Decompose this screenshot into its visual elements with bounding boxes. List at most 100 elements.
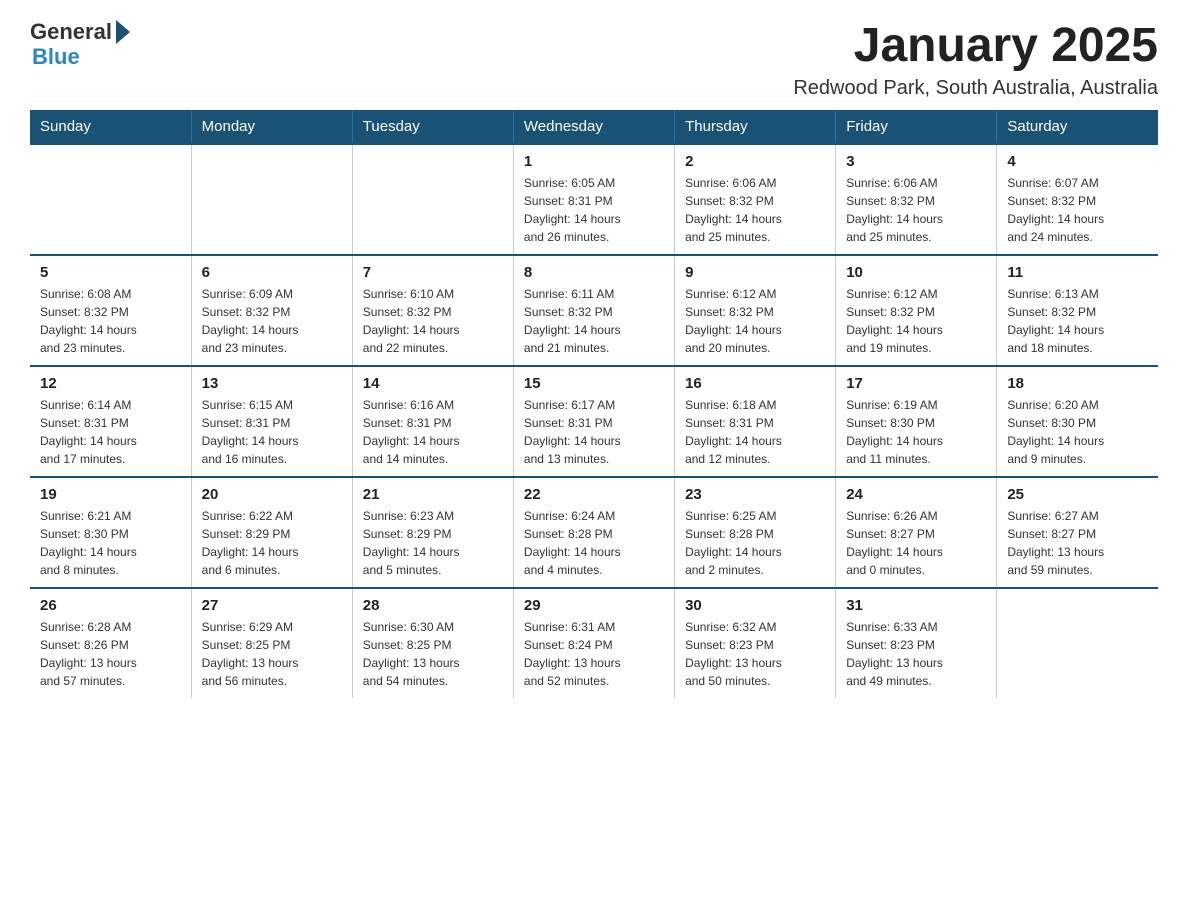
- calendar-week-row: 1 Sunrise: 6:05 AM Sunset: 8:31 PM Daylig…: [30, 144, 1158, 255]
- day-info: Sunrise: 6:31 AM Sunset: 8:24 PM Dayligh…: [524, 618, 664, 690]
- day-number: 28: [363, 597, 503, 614]
- day-info: Sunrise: 6:32 AM Sunset: 8:23 PM Dayligh…: [685, 618, 825, 690]
- day-info: Sunrise: 6:10 AM Sunset: 8:32 PM Dayligh…: [363, 285, 503, 357]
- day-info: Sunrise: 6:30 AM Sunset: 8:25 PM Dayligh…: [363, 618, 503, 690]
- day-number: 22: [524, 486, 664, 503]
- header-sunday: Sunday: [30, 110, 191, 144]
- day-info: Sunrise: 6:07 AM Sunset: 8:32 PM Dayligh…: [1007, 174, 1148, 246]
- calendar-cell: 13 Sunrise: 6:15 AM Sunset: 8:31 PM Dayli…: [191, 366, 352, 477]
- day-number: 19: [40, 486, 181, 503]
- day-number: 6: [202, 264, 342, 281]
- day-info: Sunrise: 6:27 AM Sunset: 8:27 PM Dayligh…: [1007, 507, 1148, 579]
- logo-arrow-icon: [116, 20, 130, 44]
- day-info: Sunrise: 6:33 AM Sunset: 8:23 PM Dayligh…: [846, 618, 986, 690]
- calendar-cell: 8Sunrise: 6:11 AM Sunset: 8:32 PM Daylig…: [513, 255, 674, 366]
- calendar-cell: [191, 144, 352, 255]
- calendar-cell: 20Sunrise: 6:22 AM Sunset: 8:29 PM Dayli…: [191, 477, 352, 588]
- day-info: Sunrise: 6:06 AM Sunset: 8:32 PM Dayligh…: [846, 174, 986, 246]
- logo: General Blue: [30, 20, 132, 70]
- day-info: Sunrise: 6:09 AM Sunset: 8:32 PM Dayligh…: [202, 285, 342, 357]
- day-info: Sunrise: 6:25 AM Sunset: 8:28 PM Dayligh…: [685, 507, 825, 579]
- calendar-cell: 5 Sunrise: 6:08 AM Sunset: 8:32 PM Daylig…: [30, 255, 191, 366]
- calendar-cell: [352, 144, 513, 255]
- day-info: Sunrise: 6:22 AM Sunset: 8:29 PM Dayligh…: [202, 507, 342, 579]
- day-number: 30: [685, 597, 825, 614]
- header-friday: Friday: [836, 110, 997, 144]
- day-number: 2: [685, 153, 825, 170]
- calendar-cell: 26 Sunrise: 6:28 AM Sunset: 8:26 PM Dayli…: [30, 588, 191, 698]
- day-number: 10: [846, 264, 986, 281]
- day-number: 13: [202, 375, 342, 392]
- calendar-cell: 31 Sunrise: 6:33 AM Sunset: 8:23 PM Dayli…: [836, 588, 997, 698]
- calendar-cell: 19Sunrise: 6:21 AM Sunset: 8:30 PM Dayli…: [30, 477, 191, 588]
- day-info: Sunrise: 6:12 AM Sunset: 8:32 PM Dayligh…: [846, 285, 986, 357]
- day-info: Sunrise: 6:26 AM Sunset: 8:27 PM Dayligh…: [846, 507, 986, 579]
- title-section: January 2025 Redwood Park, South Austral…: [793, 20, 1158, 100]
- header-wednesday: Wednesday: [513, 110, 674, 144]
- day-info: Sunrise: 6:05 AM Sunset: 8:31 PM Dayligh…: [524, 174, 664, 246]
- calendar-cell: 12 Sunrise: 6:14 AM Sunset: 8:31 PM Dayli…: [30, 366, 191, 477]
- day-number: 26: [40, 597, 181, 614]
- calendar-week-row: 26 Sunrise: 6:28 AM Sunset: 8:26 PM Dayli…: [30, 588, 1158, 698]
- day-info: Sunrise: 6:18 AM Sunset: 8:31 PM Dayligh…: [685, 396, 825, 468]
- day-info: Sunrise: 6:29 AM Sunset: 8:25 PM Dayligh…: [202, 618, 342, 690]
- day-number: 16: [685, 375, 825, 392]
- calendar-cell: 30 Sunrise: 6:32 AM Sunset: 8:23 PM Dayli…: [675, 588, 836, 698]
- calendar-cell: 10 Sunrise: 6:12 AM Sunset: 8:32 PM Dayli…: [836, 255, 997, 366]
- day-info: Sunrise: 6:24 AM Sunset: 8:28 PM Dayligh…: [524, 507, 664, 579]
- day-number: 7: [363, 264, 503, 281]
- day-info: Sunrise: 6:20 AM Sunset: 8:30 PM Dayligh…: [1007, 396, 1148, 468]
- page-header: General Blue January 2025 Redwood Park, …: [30, 20, 1158, 100]
- calendar-cell: 25Sunrise: 6:27 AM Sunset: 8:27 PM Dayli…: [997, 477, 1158, 588]
- calendar-cell: 17 Sunrise: 6:19 AM Sunset: 8:30 PM Dayli…: [836, 366, 997, 477]
- day-info: Sunrise: 6:23 AM Sunset: 8:29 PM Dayligh…: [363, 507, 503, 579]
- calendar-cell: 2 Sunrise: 6:06 AM Sunset: 8:32 PM Daylig…: [675, 144, 836, 255]
- day-info: Sunrise: 6:19 AM Sunset: 8:30 PM Dayligh…: [846, 396, 986, 468]
- calendar-cell: 22 Sunrise: 6:24 AM Sunset: 8:28 PM Dayli…: [513, 477, 674, 588]
- calendar-cell: 3 Sunrise: 6:06 AM Sunset: 8:32 PM Daylig…: [836, 144, 997, 255]
- header-monday: Monday: [191, 110, 352, 144]
- day-info: Sunrise: 6:08 AM Sunset: 8:32 PM Dayligh…: [40, 285, 181, 357]
- day-info: Sunrise: 6:13 AM Sunset: 8:32 PM Dayligh…: [1007, 285, 1148, 357]
- day-number: 31: [846, 597, 986, 614]
- day-info: Sunrise: 6:12 AM Sunset: 8:32 PM Dayligh…: [685, 285, 825, 357]
- calendar-cell: 18Sunrise: 6:20 AM Sunset: 8:30 PM Dayli…: [997, 366, 1158, 477]
- calendar-week-row: 19Sunrise: 6:21 AM Sunset: 8:30 PM Dayli…: [30, 477, 1158, 588]
- day-number: 27: [202, 597, 342, 614]
- calendar-cell: 27 Sunrise: 6:29 AM Sunset: 8:25 PM Dayli…: [191, 588, 352, 698]
- day-info: Sunrise: 6:06 AM Sunset: 8:32 PM Dayligh…: [685, 174, 825, 246]
- day-number: 15: [524, 375, 664, 392]
- logo-blue-text: Blue: [32, 44, 80, 70]
- day-number: 8: [524, 264, 664, 281]
- calendar-cell: 24 Sunrise: 6:26 AM Sunset: 8:27 PM Dayli…: [836, 477, 997, 588]
- day-number: 21: [363, 486, 503, 503]
- day-number: 29: [524, 597, 664, 614]
- calendar-table: SundayMondayTuesdayWednesdayThursdayFrid…: [30, 110, 1158, 698]
- calendar-cell: [30, 144, 191, 255]
- day-info: Sunrise: 6:17 AM Sunset: 8:31 PM Dayligh…: [524, 396, 664, 468]
- calendar-week-row: 5 Sunrise: 6:08 AM Sunset: 8:32 PM Daylig…: [30, 255, 1158, 366]
- day-number: 24: [846, 486, 986, 503]
- logo-top: General: [30, 20, 132, 44]
- day-number: 11: [1007, 264, 1148, 281]
- day-number: 17: [846, 375, 986, 392]
- header-tuesday: Tuesday: [352, 110, 513, 144]
- calendar-week-row: 12 Sunrise: 6:14 AM Sunset: 8:31 PM Dayli…: [30, 366, 1158, 477]
- day-number: 9: [685, 264, 825, 281]
- day-info: Sunrise: 6:14 AM Sunset: 8:31 PM Dayligh…: [40, 396, 181, 468]
- day-number: 12: [40, 375, 181, 392]
- calendar-cell: 28 Sunrise: 6:30 AM Sunset: 8:25 PM Dayli…: [352, 588, 513, 698]
- calendar-cell: 23Sunrise: 6:25 AM Sunset: 8:28 PM Dayli…: [675, 477, 836, 588]
- day-number: 4: [1007, 153, 1148, 170]
- day-number: 3: [846, 153, 986, 170]
- day-number: 1: [524, 153, 664, 170]
- calendar-title: January 2025: [793, 20, 1158, 73]
- day-info: Sunrise: 6:28 AM Sunset: 8:26 PM Dayligh…: [40, 618, 181, 690]
- calendar-cell: 4 Sunrise: 6:07 AM Sunset: 8:32 PM Daylig…: [997, 144, 1158, 255]
- day-number: 5: [40, 264, 181, 281]
- header-saturday: Saturday: [997, 110, 1158, 144]
- calendar-cell: 11 Sunrise: 6:13 AM Sunset: 8:32 PM Dayli…: [997, 255, 1158, 366]
- calendar-cell: 6 Sunrise: 6:09 AM Sunset: 8:32 PM Daylig…: [191, 255, 352, 366]
- header-thursday: Thursday: [675, 110, 836, 144]
- day-info: Sunrise: 6:15 AM Sunset: 8:31 PM Dayligh…: [202, 396, 342, 468]
